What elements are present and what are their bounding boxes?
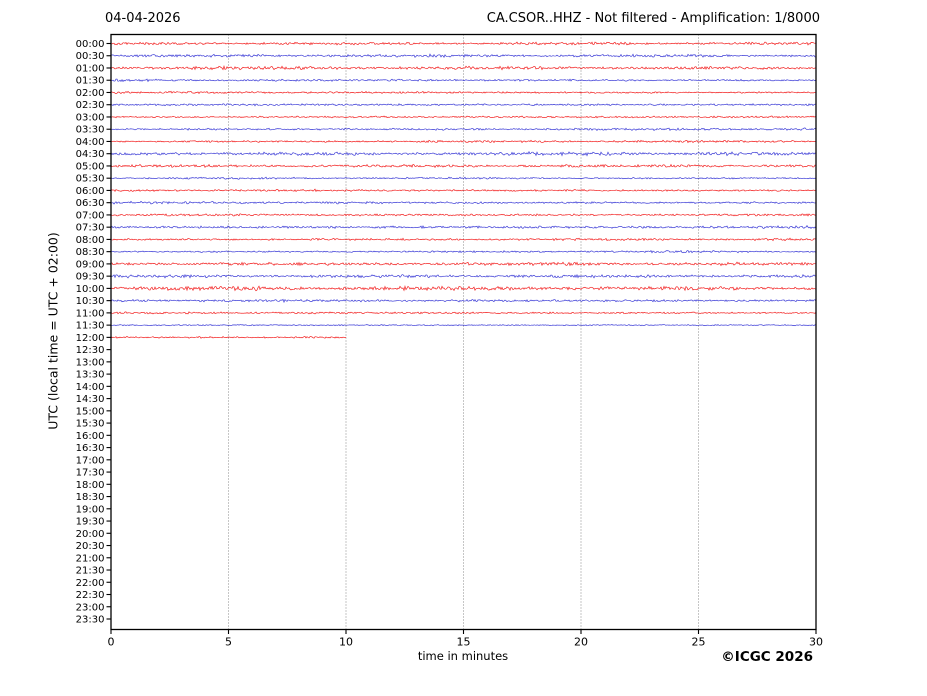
y-tick-label: 14:00 (76, 382, 105, 393)
y-tick-label: 21:00 (76, 553, 105, 564)
helicorder-plot: 00:0000:3001:00 01:3002:0002:3003:00 03:30… (76, 33, 823, 649)
y-tick-label: 23:30 (76, 615, 105, 626)
seismic-trace-0130 (111, 78, 817, 83)
y-tick-label: 02:00 (76, 88, 105, 99)
y-tick-label: 09:00 (76, 259, 105, 270)
y-tick-label: 19:30 (76, 517, 105, 528)
x-tick-label: 10 (339, 636, 353, 649)
y-tick-label: 11:00 (76, 308, 105, 319)
y-tick-label: 23:00 (76, 602, 105, 613)
helicorder-page: 04-04-2026 CA.CSOR..HHZ - Not filtered -… (0, 0, 927, 696)
y-tick-label: 10:00 (76, 284, 105, 295)
y-tick-label: 01:00 (76, 63, 105, 74)
y-tick-label: 19:00 (76, 504, 105, 515)
y-tick-label: 21:30 (76, 566, 105, 577)
x-tick-label: 5 (225, 636, 232, 649)
y-tick-label: 05:00 (76, 161, 105, 172)
y-tick-label: 08:30 (76, 247, 105, 258)
y-tick-label: 03:30 (76, 125, 105, 136)
y-tick-label: 16:30 (76, 443, 105, 454)
x-tick-label: 20 (574, 636, 588, 649)
seismic-trace-0900 (110, 261, 817, 267)
y-tick-label: 22:30 (76, 590, 105, 601)
y-tick-label: 12:30 (76, 345, 105, 356)
y-tick-label: 07:00 (76, 210, 105, 221)
y-tick-label: 03:00 (76, 112, 105, 123)
copyright-label: ©ICGC 2026 (721, 649, 813, 665)
x-tick-label: 30 (809, 636, 823, 649)
y-tick-label: 12:00 (76, 333, 105, 344)
y-tick-label: 15:30 (76, 419, 105, 430)
seismic-trace-0730 (110, 225, 817, 230)
seismic-trace-0100 (110, 64, 817, 71)
y-tick-label: 02:30 (76, 100, 105, 111)
y-tick-label: 22:00 (76, 578, 105, 589)
y-tick-label: 06:30 (76, 198, 105, 209)
seismic-trace-0800 (111, 237, 817, 242)
y-tick-label: 15:00 (76, 406, 105, 417)
y-tick-label: 00:30 (76, 51, 105, 62)
y-tick-label: 00:00 (76, 39, 105, 50)
y-tick-label: 04:00 (76, 137, 105, 148)
y-tick-label: 17:00 (76, 455, 105, 466)
y-tick-label: 05:30 (76, 174, 105, 185)
y-tick-label: 07:30 (76, 223, 105, 234)
x-tick-label: 0 (108, 636, 115, 649)
x-tick-label: 25 (692, 636, 706, 649)
y-tick-label: 16:00 (76, 431, 105, 442)
y-tick-label: 01:30 (76, 76, 105, 87)
y-tick-label: 17:30 (76, 468, 105, 479)
x-axis-label: time in minutes (417, 649, 509, 663)
y-tick-label: 13:30 (76, 370, 105, 381)
seismic-trace-0700 (110, 213, 817, 217)
y-tick-label: 20:30 (76, 541, 105, 552)
y-tick-label: 10:30 (76, 296, 105, 307)
x-tick-label: 15 (457, 636, 471, 649)
y-tick-label: 11:30 (76, 321, 105, 332)
y-tick-label: 08:00 (76, 235, 105, 246)
y-tick-label: 14:30 (76, 394, 105, 405)
y-tick-label: 04:30 (76, 149, 105, 160)
y-tick-label: 20:00 (76, 529, 105, 540)
y-tick-label: 18:30 (76, 492, 105, 503)
y-tick-label: 18:00 (76, 480, 105, 491)
seismic-trace-0030 (110, 53, 817, 58)
y-tick-label: 09:30 (76, 272, 105, 283)
seismic-trace-0400 (110, 139, 817, 144)
y-tick-label: 06:00 (76, 186, 105, 197)
y-tick-label: 13:00 (76, 357, 105, 368)
